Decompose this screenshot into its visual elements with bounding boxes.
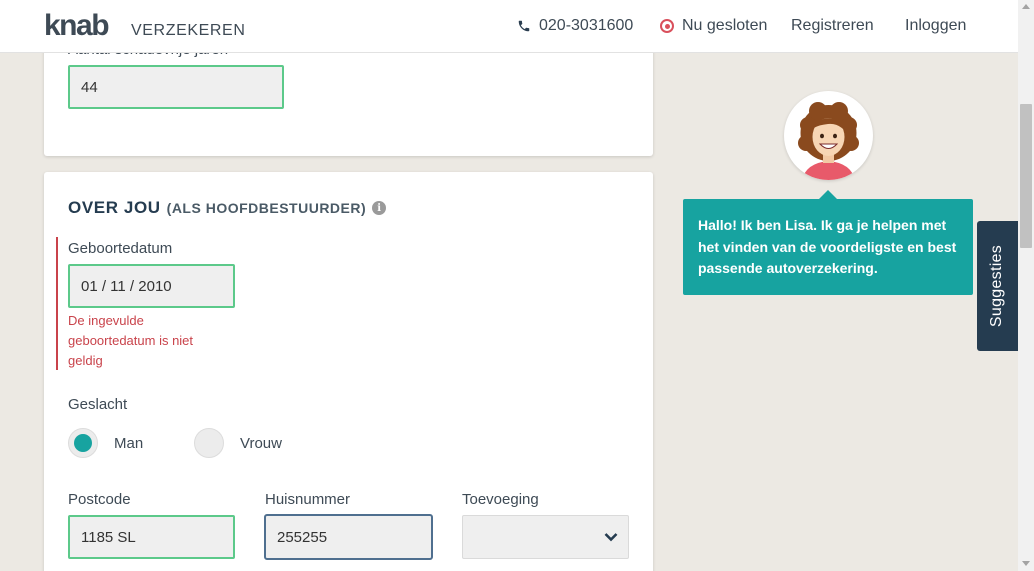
scroll-down-arrow-icon[interactable] <box>1022 561 1030 566</box>
birthdate-label: Geboortedatum <box>68 240 173 257</box>
suggestions-tab-label: Suggesties <box>988 244 1006 328</box>
phone-icon <box>518 20 530 32</box>
scrollbar-thumb[interactable] <box>1020 104 1032 248</box>
scroll-up-arrow-icon[interactable] <box>1022 4 1030 9</box>
opening-status-text: Nu gesloten <box>682 17 768 34</box>
assistant-message: Hallo! Ik ben Lisa. Ik ga je helpen met … <box>683 199 973 295</box>
login-link[interactable]: Inloggen <box>905 17 966 35</box>
gender-option-vrouw-label[interactable]: Vrouw <box>240 435 282 452</box>
opening-status[interactable]: Nu gesloten <box>660 17 767 35</box>
section-title-main: OVER JOU <box>68 198 161 217</box>
section-title: OVER JOU (ALS HOOFDBESTUURDER) i <box>68 198 387 218</box>
addition-label: Toevoeging <box>462 491 539 508</box>
phone-number: 020-3031600 <box>539 17 634 34</box>
info-icon[interactable]: i <box>372 201 387 215</box>
gender-label: Geslacht <box>68 396 128 413</box>
logo-subtitle: VERZEKEREN <box>131 22 246 39</box>
housenumber-label: Huisnummer <box>265 491 351 508</box>
logo[interactable]: knab <box>44 9 110 43</box>
closed-status-icon <box>660 19 674 33</box>
gender-option-man-label[interactable]: Man <box>114 435 143 452</box>
gender-radio-vrouw[interactable] <box>194 428 224 458</box>
assistant-portrait-icon <box>798 102 859 180</box>
assistant-avatar <box>784 91 873 180</box>
about-you-card <box>44 172 653 571</box>
postcode-input[interactable]: 1185 SL <box>68 515 235 559</box>
chevron-down-icon <box>604 533 618 542</box>
birthdate-error-message: De ingevulde geboortedatum is niet geldi… <box>68 313 194 368</box>
phone-link[interactable]: 020-3031600 <box>517 17 633 35</box>
gender-radio-man[interactable] <box>68 428 98 458</box>
page-scrollbar[interactable] <box>1018 0 1034 571</box>
error-indicator-bar <box>56 237 58 370</box>
register-link[interactable]: Registreren <box>791 17 874 35</box>
suggestions-tab[interactable]: Suggesties <box>977 221 1018 351</box>
housenumber-input[interactable]: 255255 <box>264 514 433 560</box>
claim-free-years-input[interactable]: 44 <box>68 65 284 109</box>
section-title-sub: (ALS HOOFDBESTUURDER) <box>166 200 367 216</box>
birthdate-input[interactable]: 01 / 11 / 2010 <box>68 264 235 308</box>
postcode-label: Postcode <box>68 491 131 508</box>
top-header: knab VERZEKEREN 020-3031600 Nu gesloten … <box>0 0 1018 53</box>
